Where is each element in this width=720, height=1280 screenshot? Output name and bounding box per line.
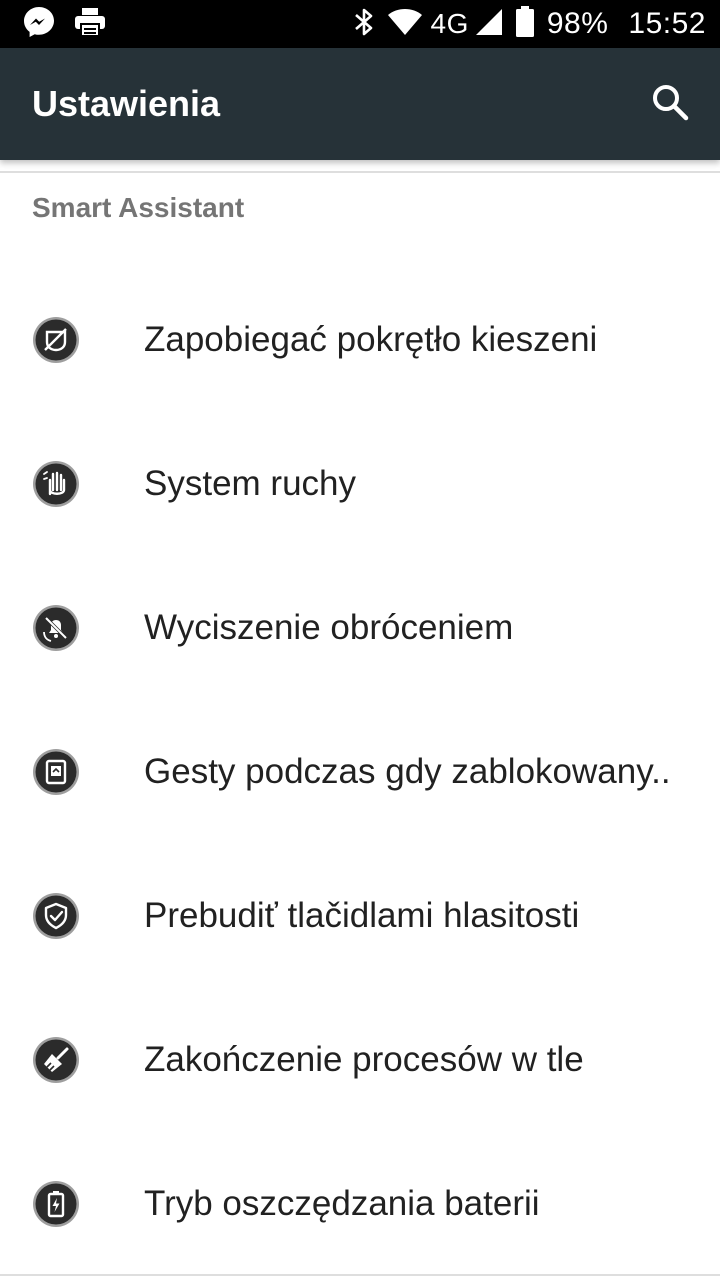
status-bar: 4G 98% 15:52 <box>0 0 720 48</box>
clock: 15:52 <box>628 7 706 40</box>
app-bar: Ustawienia <box>0 48 720 160</box>
setting-pocket-mode[interactable]: Zapobiegać pokrętło kieszeni <box>0 268 720 412</box>
lock-gesture-icon <box>32 748 80 796</box>
battery-percent: 98% <box>546 7 609 40</box>
network-type: 4G <box>430 8 469 39</box>
flip-mute-icon <box>32 604 80 652</box>
setting-kill-background[interactable]: Zakończenie procesów w tle <box>0 988 720 1132</box>
setting-volume-wake[interactable]: Prebudiť tlačidlami hlasitosti <box>0 844 720 988</box>
battery-icon <box>515 5 535 43</box>
battery-saver-icon <box>32 1180 80 1228</box>
wifi-icon <box>387 8 423 41</box>
setting-label: Tryb oszczędzania baterii <box>144 1184 540 1223</box>
setting-label: Zapobiegać pokrętło kieszeni <box>144 320 598 359</box>
settings-list: Zapobiegać pokrętło kieszeni System ruch… <box>0 268 720 1276</box>
setting-lock-gestures[interactable]: Gesty podczas gdy zablokowany.. <box>0 700 720 844</box>
page-title: Ustawienia <box>32 83 221 124</box>
section-header: Smart Assistant <box>32 192 245 223</box>
divider <box>0 1274 720 1276</box>
setting-motion-system[interactable]: System ruchy <box>0 412 720 556</box>
motion-hand-icon <box>32 460 80 508</box>
printer-icon <box>74 7 106 42</box>
setting-flip-mute[interactable]: Wyciszenie obróceniem <box>0 556 720 700</box>
setting-label: Prebudiť tlačidlami hlasitosti <box>144 896 580 935</box>
setting-label: Wyciszenie obróceniem <box>144 608 514 647</box>
status-bar-right: 4G 98% 15:52 <box>341 5 706 43</box>
setting-label: Zakończenie procesów w tle <box>144 1040 584 1079</box>
pocket-mode-icon <box>32 316 80 364</box>
search-button[interactable] <box>646 80 694 128</box>
divider <box>0 171 720 173</box>
broom-icon <box>32 1036 80 1084</box>
setting-label: Gesty podczas gdy zablokowany.. <box>144 752 671 791</box>
status-bar-left <box>22 5 124 44</box>
search-icon <box>651 83 689 126</box>
setting-battery-saver[interactable]: Tryb oszczędzania baterii <box>0 1132 720 1276</box>
shield-icon <box>32 892 80 940</box>
setting-label: System ruchy <box>144 464 356 503</box>
messenger-icon <box>22 5 56 44</box>
bluetooth-icon <box>353 6 375 43</box>
signal-icon <box>475 8 503 41</box>
